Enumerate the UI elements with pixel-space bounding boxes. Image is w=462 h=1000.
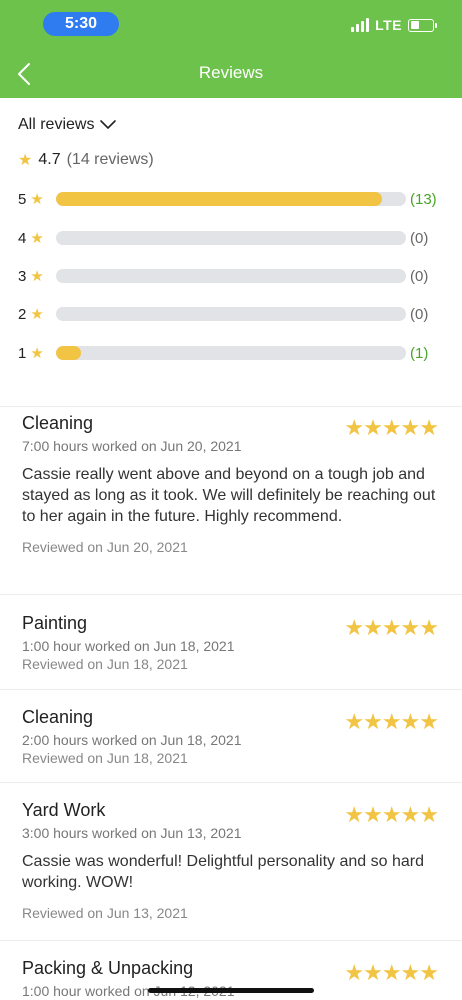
signal-icon xyxy=(351,18,370,32)
star-icon: ★ xyxy=(30,268,44,285)
rating-bar xyxy=(56,346,406,360)
rating-row-2[interactable]: 2 ★ (0) xyxy=(18,304,438,324)
top-bar: 5:30 LTE Reviews xyxy=(0,0,462,98)
review-stars: ★★★★★ xyxy=(344,415,439,440)
review-date: Reviewed on Jun 18, 2021 xyxy=(22,656,188,672)
row-count: (0) xyxy=(410,267,429,285)
review-date: Reviewed on Jun 18, 2021 xyxy=(22,750,188,766)
rating-summary: All reviews ★ 4.7 (14 reviews) 5 ★ (13) 4… xyxy=(0,98,462,406)
row-count: (1) xyxy=(410,344,429,362)
rating-row-1[interactable]: 1 ★ (1) xyxy=(18,343,438,363)
rating-row-3[interactable]: 3 ★ (0) xyxy=(18,266,438,286)
rating-row-4[interactable]: 4 ★ (0) xyxy=(18,228,438,248)
status-time: 5:30 xyxy=(43,12,119,36)
row-count: (0) xyxy=(410,305,429,323)
star-icon: ★ xyxy=(30,191,44,208)
row-stars: 5 xyxy=(18,190,27,208)
divider xyxy=(0,940,462,941)
filter-label: All reviews xyxy=(18,116,95,133)
review-stars: ★★★★★ xyxy=(344,615,439,640)
star-icon: ★ xyxy=(30,230,44,247)
row-stars: 3 xyxy=(18,267,27,285)
review-count: (14 reviews) xyxy=(66,151,154,168)
star-icon: ★ xyxy=(30,306,44,323)
review-stars: ★★★★★ xyxy=(344,802,439,827)
divider xyxy=(0,782,462,783)
row-stars: 1 xyxy=(18,344,27,362)
star-icon: ★ xyxy=(30,345,44,362)
review-item: Painting ★★★★★ 1:00 hour worked on Jun 1… xyxy=(22,613,442,672)
home-indicator xyxy=(148,988,314,993)
status-indicators: LTE xyxy=(351,17,437,33)
reviews-filter-dropdown[interactable]: All reviews xyxy=(18,116,117,134)
review-item: Yard Work ★★★★★ 3:00 hours worked on Jun… xyxy=(22,800,442,921)
average-value: 4.7 xyxy=(38,151,61,168)
star-icon: ★ xyxy=(18,152,33,169)
row-stars: 2 xyxy=(18,305,27,323)
review-stars: ★★★★★ xyxy=(344,960,439,985)
review-item: Cleaning ★★★★★ 7:00 hours worked on Jun … xyxy=(22,413,442,555)
review-text: Cassie was wonderful! Delightful persona… xyxy=(22,853,424,891)
page-title: Reviews xyxy=(198,63,264,82)
rating-bar xyxy=(56,192,406,206)
rating-bar xyxy=(56,307,406,321)
chevron-down-icon xyxy=(100,120,117,129)
average-rating: ★ 4.7 (14 reviews) xyxy=(18,150,154,170)
review-item: Cleaning ★★★★★ 2:00 hours worked on Jun … xyxy=(22,707,442,766)
rating-bar-fill xyxy=(56,192,382,206)
battery-icon xyxy=(408,18,437,32)
row-count: (0) xyxy=(410,229,429,247)
network-type: LTE xyxy=(375,17,402,33)
rating-row-5[interactable]: 5 ★ (13) xyxy=(18,189,438,209)
rating-bar-fill xyxy=(56,346,81,360)
review-stars: ★★★★★ xyxy=(344,709,439,734)
row-stars: 4 xyxy=(18,229,27,247)
divider xyxy=(0,594,462,595)
divider xyxy=(0,689,462,690)
review-date: Reviewed on Jun 13, 2021 xyxy=(22,905,188,921)
rating-bar xyxy=(56,269,406,283)
review-date: Reviewed on Jun 20, 2021 xyxy=(22,539,188,555)
rating-bar xyxy=(56,231,406,245)
divider xyxy=(0,406,462,407)
row-count: (13) xyxy=(410,190,437,208)
review-text: Cassie really went above and beyond on a… xyxy=(22,466,436,525)
